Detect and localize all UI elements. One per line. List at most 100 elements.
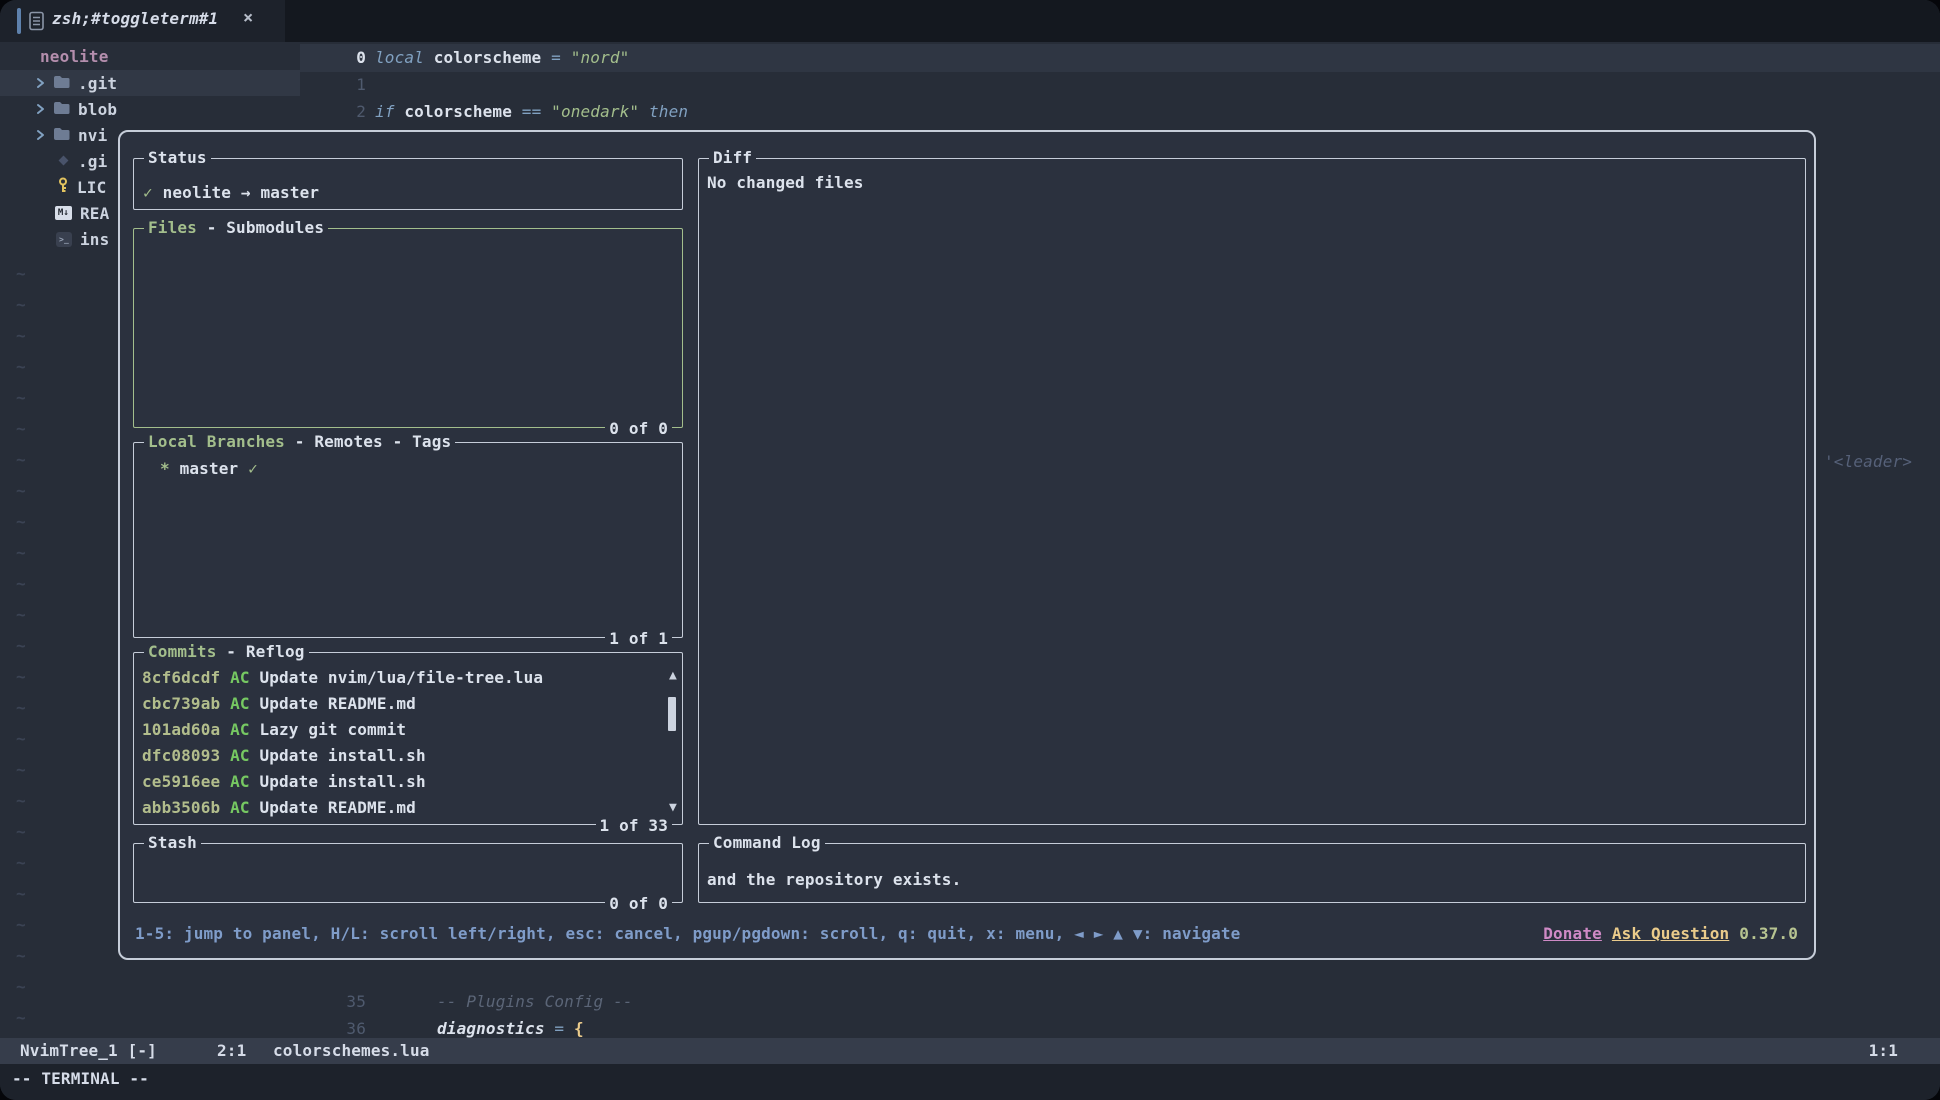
commit-hash: 8cf6dcdf	[142, 668, 220, 687]
code-line-2[interactable]: if colorscheme == "onedark" then	[375, 98, 688, 125]
repo-name: neolite	[163, 183, 231, 202]
commit-author-initials: AC	[230, 798, 250, 817]
scroll-up-icon[interactable]: ▲	[669, 669, 677, 682]
commit-message: Update install.sh	[259, 772, 425, 791]
tree-item-label: nvi	[78, 126, 107, 145]
string-literal: "onedark"	[551, 102, 639, 121]
commit-row[interactable]: cbc739ab AC Update README.md	[142, 691, 656, 717]
commit-row[interactable]: 8cf6dcdf AC Update nvim/lua/file-tree.lu…	[142, 665, 656, 691]
code-line-35[interactable]: -- Plugins Config --	[437, 988, 633, 1015]
tree-item-git[interactable]: .git	[36, 70, 117, 96]
tilde: ~	[16, 754, 26, 785]
tab-reflog[interactable]: - Reflog	[216, 642, 304, 661]
line-number: 0	[300, 44, 366, 71]
tree-item-label: ins	[80, 230, 109, 249]
chevron-right-icon[interactable]	[36, 126, 45, 145]
lazygit-window: Status ✓ neolite → master Files - Submod…	[118, 130, 1816, 960]
tree-item-install[interactable]: >_ ins	[56, 226, 109, 252]
tab-submodules[interactable]: - Submodules	[197, 218, 324, 237]
tilde: ~	[16, 351, 26, 382]
panel-diff[interactable]: Diff No changed files	[698, 158, 1806, 825]
panel-diff-title: Diff	[709, 148, 756, 167]
tab-files[interactable]: Files	[148, 218, 197, 237]
code-line-0[interactable]: local colorscheme = "nord"	[375, 44, 629, 71]
panel-files-title: Files - Submodules	[144, 218, 328, 237]
tree-item-readme[interactable]: M↓ REA	[55, 200, 109, 226]
tab-remotes-tags[interactable]: - Remotes - Tags	[285, 432, 451, 451]
statusline-cursor-position: 1:1	[1869, 1038, 1898, 1064]
tree-item-label: blob	[78, 100, 117, 119]
tilde: ~	[16, 1002, 26, 1033]
string-literal: "nord"	[571, 48, 630, 67]
commit-hash: cbc739ab	[142, 694, 220, 713]
tilde: ~	[16, 692, 26, 723]
diff-content: No changed files	[707, 173, 864, 192]
chevron-right-icon[interactable]	[36, 100, 45, 119]
tab-commits[interactable]: Commits	[148, 642, 216, 661]
current-branch-marker: *	[160, 459, 170, 478]
panel-command-log-title: Command Log	[709, 833, 825, 852]
commit-list: 8cf6dcdf AC Update nvim/lua/file-tree.lu…	[142, 665, 656, 821]
tree-item-license[interactable]: LIC	[57, 174, 106, 200]
commit-row[interactable]: ce5916ee AC Update install.sh	[142, 769, 656, 795]
commit-hash: 101ad60a	[142, 720, 220, 739]
active-tab-indicator	[17, 8, 21, 34]
commit-message: Lazy git commit	[259, 720, 406, 739]
panel-status[interactable]: Status ✓ neolite → master	[133, 158, 683, 210]
tilde: ~	[16, 816, 26, 847]
donate-link[interactable]: Donate	[1543, 924, 1602, 943]
panel-branches[interactable]: Local Branches - Remotes - Tags * master…	[133, 442, 683, 638]
panel-command-log[interactable]: Command Log and the repository exists.	[698, 843, 1806, 903]
command-line: -- TERMINAL --	[0, 1064, 1940, 1100]
tree-item-label: REA	[80, 204, 109, 223]
empty-buffer-tildes: ~~~~~~~~~~~~~~~~~~~~~~~~~	[16, 258, 26, 1033]
markdown-icon: M↓	[55, 206, 72, 220]
tilde: ~	[16, 320, 26, 351]
commit-author-initials: AC	[230, 668, 250, 687]
open-brace: {	[574, 1019, 584, 1038]
commit-message: Update README.md	[259, 694, 416, 713]
folder-icon	[53, 126, 70, 145]
tree-item-nvim[interactable]: nvi	[36, 122, 107, 148]
commit-hash: abb3506b	[142, 798, 220, 817]
check-icon: ✓	[143, 183, 153, 202]
close-icon[interactable]: ×	[243, 8, 253, 28]
scrollbar-thumb[interactable]	[668, 697, 676, 731]
tilde: ~	[16, 289, 26, 320]
tilde: ~	[16, 909, 26, 940]
panel-files[interactable]: Files - Submodules 0 of 0	[133, 228, 683, 428]
tilde: ~	[16, 971, 26, 1002]
tree-root-folder[interactable]: neolite	[40, 44, 108, 70]
scroll-down-icon[interactable]: ▼	[669, 801, 677, 814]
operator: =	[554, 1019, 564, 1038]
commit-row[interactable]: abb3506b AC Update README.md	[142, 795, 656, 821]
tree-item-gitignore[interactable]: .gi	[57, 148, 107, 174]
ask-question-link[interactable]: Ask Question	[1612, 924, 1729, 943]
arrow-right-icon: →	[241, 183, 251, 202]
statusline-filename: colorschemes.lua	[273, 1038, 430, 1064]
chevron-right-icon[interactable]	[36, 74, 45, 93]
keyword: if	[375, 102, 395, 121]
tilde: ~	[16, 258, 26, 289]
commit-row[interactable]: dfc08093 AC Update install.sh	[142, 743, 656, 769]
branch-row[interactable]: * master ✓	[160, 459, 258, 478]
tilde: ~	[16, 661, 26, 692]
tree-item-blob[interactable]: blob	[36, 96, 117, 122]
panel-commits[interactable]: Commits - Reflog 8cf6dcdf AC Update nvim…	[133, 652, 683, 825]
commit-row[interactable]: 101ad60a AC Lazy git commit	[142, 717, 656, 743]
tilde: ~	[16, 878, 26, 909]
tilde: ~	[16, 382, 26, 413]
tab-local-branches[interactable]: Local Branches	[148, 432, 285, 451]
commit-hash: ce5916ee	[142, 772, 220, 791]
operator: =	[551, 48, 561, 67]
branches-count: 1 of 1	[605, 629, 672, 648]
folder-icon	[53, 74, 70, 93]
tilde: ~	[16, 940, 26, 971]
commit-author-initials: AC	[230, 746, 250, 765]
panel-stash[interactable]: Stash 0 of 0	[133, 843, 683, 903]
tilde: ~	[16, 506, 26, 537]
branch-name: master	[180, 459, 239, 478]
tab-toggleterm[interactable]: zsh;#toggleterm#1 ×	[0, 0, 285, 42]
version-label: 0.37.0	[1739, 924, 1798, 943]
showcmd-leader-hint: '<leader>	[1824, 452, 1912, 471]
